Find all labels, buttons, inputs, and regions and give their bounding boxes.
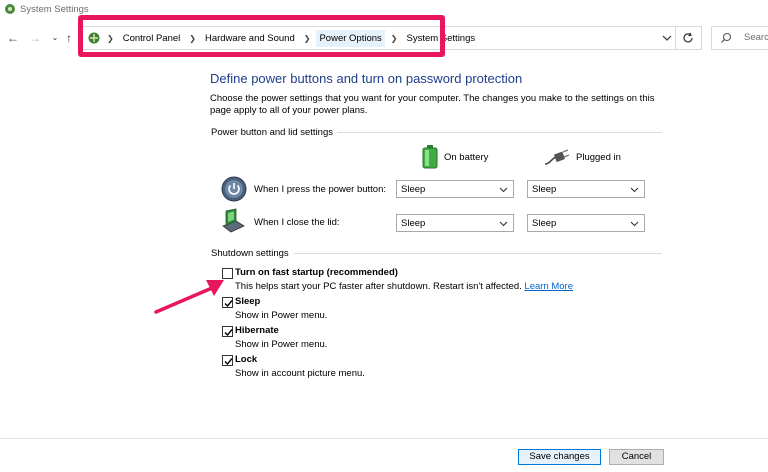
power-button-label: When I press the power button: (254, 184, 387, 195)
select-value: Sleep (401, 184, 426, 195)
sleep-description: Show in Power menu. (235, 310, 328, 321)
power-button-on-battery-select[interactable]: Sleep (396, 180, 514, 198)
close-lid-on-battery-select[interactable]: Sleep (396, 214, 514, 232)
lock-title: Lock (235, 354, 258, 365)
on-battery-label: On battery (444, 151, 489, 163)
hibernate-description: Show in Power menu. (235, 339, 328, 350)
select-value: Sleep (401, 218, 426, 229)
select-value: Sleep (532, 184, 557, 195)
refresh-icon[interactable] (681, 31, 695, 45)
lock-checkbox[interactable] (222, 355, 233, 366)
search-box[interactable]: Search (711, 26, 768, 50)
address-divider (675, 27, 676, 49)
section-divider (337, 132, 662, 133)
back-arrow-icon[interactable]: ← (6, 31, 20, 45)
lock-description: Show in account picture menu. (235, 368, 365, 379)
page-title: Define power buttons and turn on passwor… (210, 71, 523, 86)
learn-more-link[interactable]: Learn More (524, 281, 573, 292)
chevron-down-icon (499, 221, 508, 227)
window-title: System Settings (20, 4, 89, 15)
fast-startup-title: Turn on fast startup (recommended) (235, 267, 398, 278)
chevron-down-icon (499, 187, 508, 193)
hibernate-checkbox[interactable] (222, 326, 233, 337)
battery-icon (422, 145, 438, 169)
chevron-down-icon (630, 221, 639, 227)
footer-divider (0, 438, 768, 439)
address-dropdown-chevron-icon[interactable] (661, 32, 673, 44)
fast-startup-description: This helps start your PC faster after sh… (235, 281, 573, 292)
search-icon (721, 32, 732, 43)
plugged-in-label: Plugged in (576, 151, 621, 163)
annotation-arrow-icon (154, 280, 224, 314)
select-value: Sleep (532, 218, 557, 229)
hibernate-title: Hibernate (235, 325, 279, 336)
recent-locations-chevron-icon[interactable]: ⌄ (48, 31, 62, 45)
search-placeholder: Search (744, 32, 768, 43)
breadcrumb-highlight-annotation (78, 15, 445, 57)
checkmark-icon (224, 329, 233, 337)
chevron-down-icon (630, 187, 639, 193)
power-button-plugged-in-select[interactable]: Sleep (527, 180, 645, 198)
power-button-icon (221, 176, 247, 202)
page-description: Choose the power settings that you want … (210, 93, 655, 116)
save-changes-button[interactable]: Save changes (518, 449, 601, 465)
power-plug-icon (544, 149, 570, 165)
power-section-title: Power button and lid settings (211, 127, 333, 138)
laptop-lid-icon (222, 208, 245, 233)
forward-arrow-icon[interactable]: → (28, 31, 42, 45)
up-arrow-icon[interactable]: ↑ (62, 31, 76, 45)
shutdown-section-title: Shutdown settings (211, 248, 289, 259)
column-plugged-in: Plugged in (544, 144, 621, 170)
section-divider (294, 253, 662, 254)
column-on-battery: On battery (422, 144, 488, 170)
fast-startup-desc-text: This helps start your PC faster after sh… (235, 281, 522, 292)
cancel-button[interactable]: Cancel (609, 449, 664, 465)
control-panel-icon (5, 4, 15, 14)
checkmark-icon (224, 358, 233, 366)
close-lid-label: When I close the lid: (254, 217, 340, 228)
close-lid-plugged-in-select[interactable]: Sleep (527, 214, 645, 232)
